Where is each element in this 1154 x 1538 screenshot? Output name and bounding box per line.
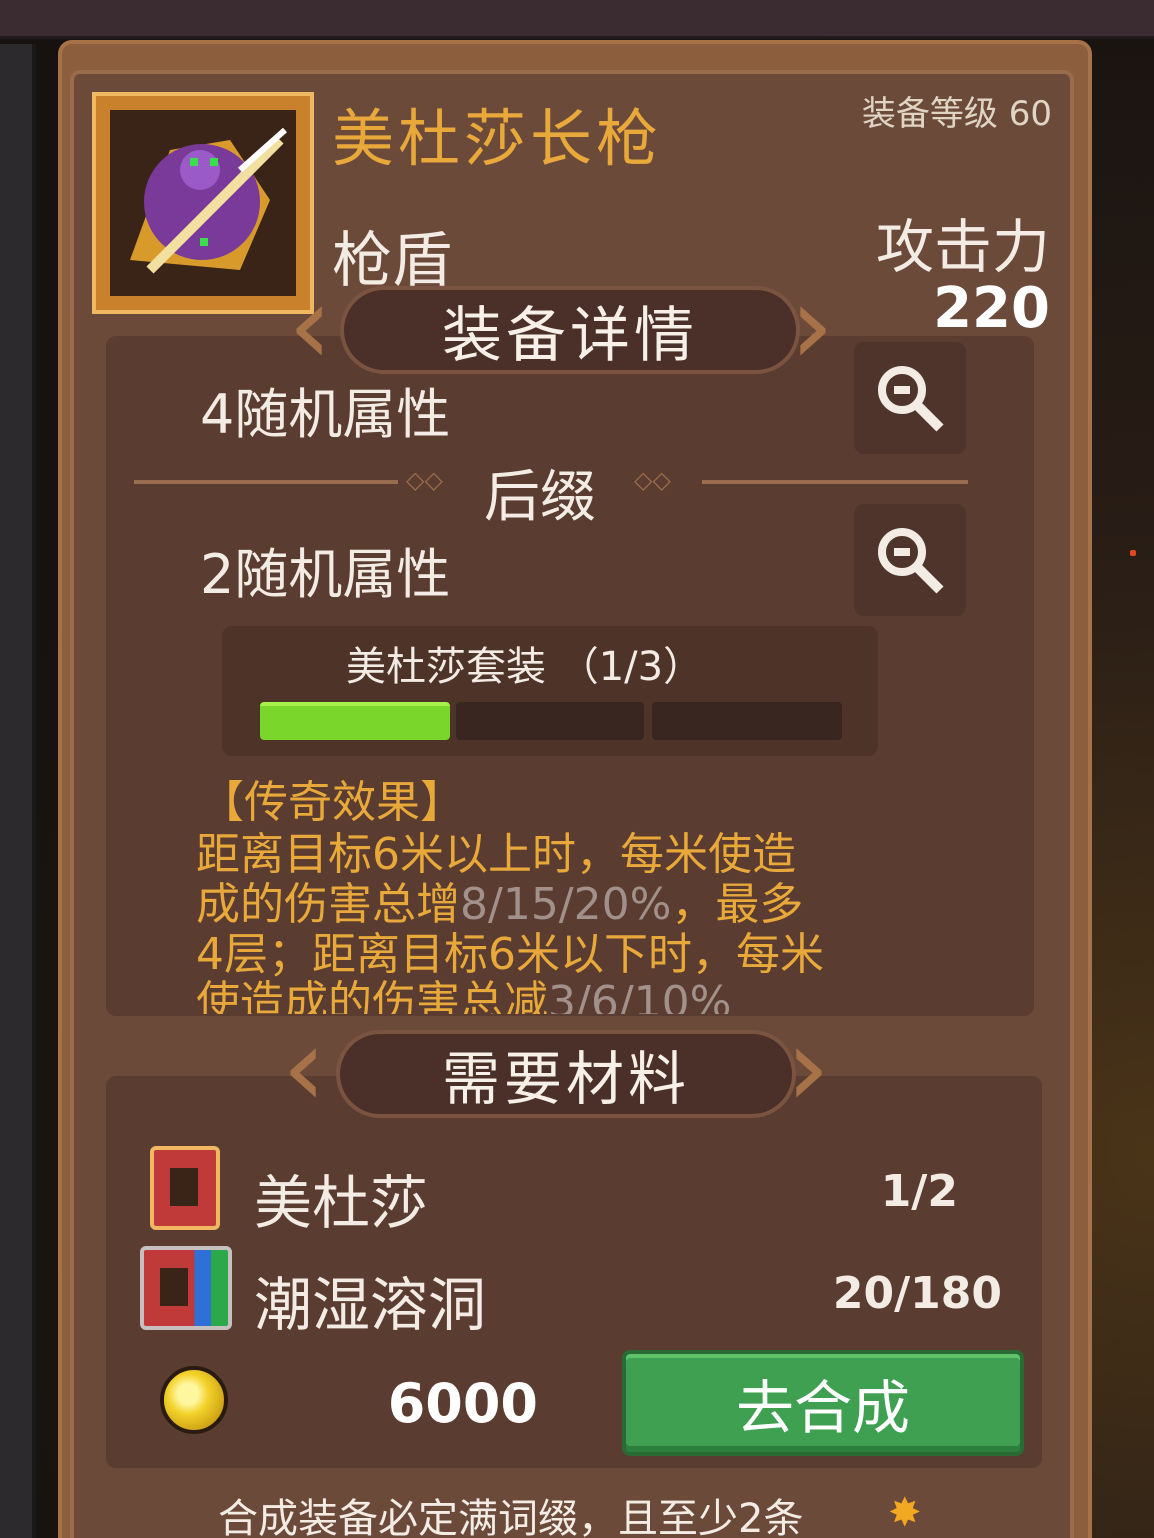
card-portrait [170, 1168, 198, 1206]
equipment-level: 装备等级 60 [861, 94, 1052, 134]
set-progress-segment-2 [456, 702, 644, 740]
footer-note: 合成装备必定满词缀，且至少2条 [218, 1496, 804, 1538]
item-icon-frame [92, 92, 314, 314]
suffix-attrs-inspect-button[interactable] [854, 504, 966, 616]
set-progress-segment-3 [652, 702, 842, 740]
details-banner-label: 装备详情 [442, 300, 698, 371]
legendary-text: 使造成的伤害总减 [196, 977, 548, 1014]
medusa-card-icon[interactable] [150, 1146, 220, 1230]
medusa-spear-icon [110, 110, 296, 296]
legendary-effect-line-4: 使造成的伤害总减3/6/10% [196, 966, 731, 1014]
random-attrs-inspect-button[interactable] [854, 342, 966, 454]
sparkle-icon: ✸ [888, 1490, 922, 1536]
materials-banner-label: 需要材料 [441, 1045, 690, 1113]
material-name: 美杜莎 [254, 1169, 429, 1237]
magnifier-icon [878, 528, 944, 594]
book-portrait [160, 1268, 188, 1306]
set-progress-segment-1 [260, 702, 450, 740]
materials-banner: 需要材料 [336, 1030, 796, 1118]
details-banner: 装备详情 [340, 286, 800, 374]
attack-label: 攻击力 [875, 213, 1050, 281]
magnifier-icon [878, 366, 944, 432]
legendary-value: 3/6/10% [548, 977, 732, 1014]
set-progress-fill [260, 702, 450, 740]
suffix-divider-left [134, 480, 398, 484]
game-screen: 美杜莎长枪 装备等级 60 枪盾 攻击力 220 ‹ › 装备详情 4随机属性 … [0, 0, 1154, 1538]
medusa-spear-icon-art [110, 110, 296, 296]
top-bar [0, 0, 1154, 39]
material-count: 20/180 [832, 1268, 1002, 1319]
suffix-label: 后缀 [484, 465, 596, 530]
item-name: 美杜莎长枪 [332, 102, 663, 175]
divider-ornament-right: ◇◇ [634, 466, 671, 494]
banner-left-ornament: ‹ [282, 1003, 326, 1131]
material-count: 1/2 [880, 1166, 958, 1217]
synthesize-button-label: 去合成 [735, 1374, 910, 1442]
gold-cost-value: 6000 [387, 1372, 538, 1435]
left-panel-edge [0, 44, 36, 1538]
divider-ornament-left: ◇◇ [406, 466, 443, 494]
material-name: 潮湿溶洞 [254, 1271, 487, 1339]
banner-left-ornament: ‹ [288, 261, 332, 389]
gold-coin-icon [160, 1366, 228, 1434]
map-book-icon[interactable] [140, 1246, 232, 1330]
ember-particle [1130, 550, 1136, 556]
set-bonus-label: 美杜莎套装 （1/3） [346, 644, 704, 690]
suffix-divider-right [702, 480, 968, 484]
suffix-attrs-label: 2随机属性 [200, 543, 451, 606]
synthesize-button[interactable]: 去合成 [622, 1350, 1024, 1456]
random-attrs-label: 4随机属性 [200, 383, 451, 446]
attack-value: 220 [933, 276, 1050, 341]
